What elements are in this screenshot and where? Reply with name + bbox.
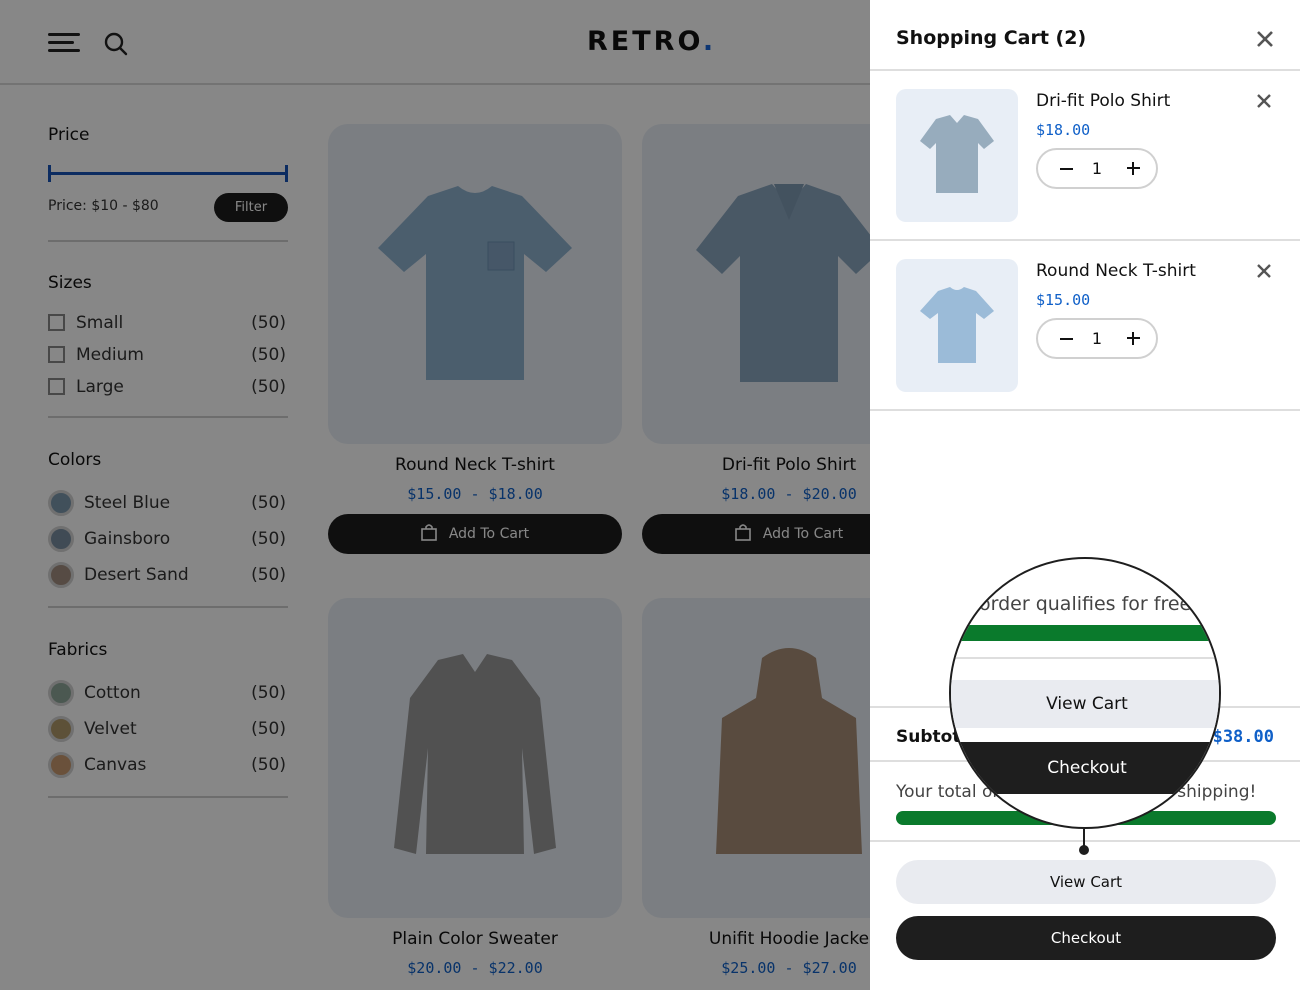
magnifier-callout: order qualifies for free View Cart Check… [949,557,1221,829]
cart-drawer: Shopping Cart (2) Dri-fit Polo Shirt $18… [870,0,1300,990]
plus-icon[interactable] [1127,162,1140,175]
cart-item-image[interactable] [896,89,1018,222]
divider [951,657,1219,659]
divider [870,239,1300,241]
subtotal-value: $38.00 [1212,727,1274,747]
cart-item-name[interactable]: Dri-fit Polo Shirt [1036,91,1170,111]
view-cart-button[interactable]: View Cart [896,860,1276,904]
cart-item-name[interactable]: Round Neck T-shirt [1036,261,1196,281]
cart-title: Shopping Cart (2) [896,27,1087,49]
checkout-button[interactable]: Checkout [896,916,1276,960]
divider [870,69,1300,71]
quantity-stepper: 1 [1036,318,1158,359]
cart-item-price: $15.00 [1036,291,1091,309]
remove-item-icon[interactable] [1257,94,1271,108]
quantity-stepper: 1 [1036,148,1158,189]
cart-item-price: $18.00 [1036,121,1091,139]
cart-item-image[interactable] [896,259,1018,392]
modal-backdrop[interactable] [0,0,870,990]
plus-icon[interactable] [1127,332,1140,345]
magnified-progress-bar [951,625,1219,641]
callout-pointer-dot [1079,845,1089,855]
divider [870,409,1300,411]
magnified-checkout-button: Checkout [951,742,1219,794]
magnified-view-cart-button: View Cart [951,680,1219,728]
magnified-shipping-text: order qualifies for free [979,593,1192,615]
tshirt-image [920,287,994,363]
close-icon[interactable] [1256,30,1274,48]
divider [870,840,1300,842]
remove-item-icon[interactable] [1257,264,1271,278]
polo-shirt-image [920,115,994,193]
